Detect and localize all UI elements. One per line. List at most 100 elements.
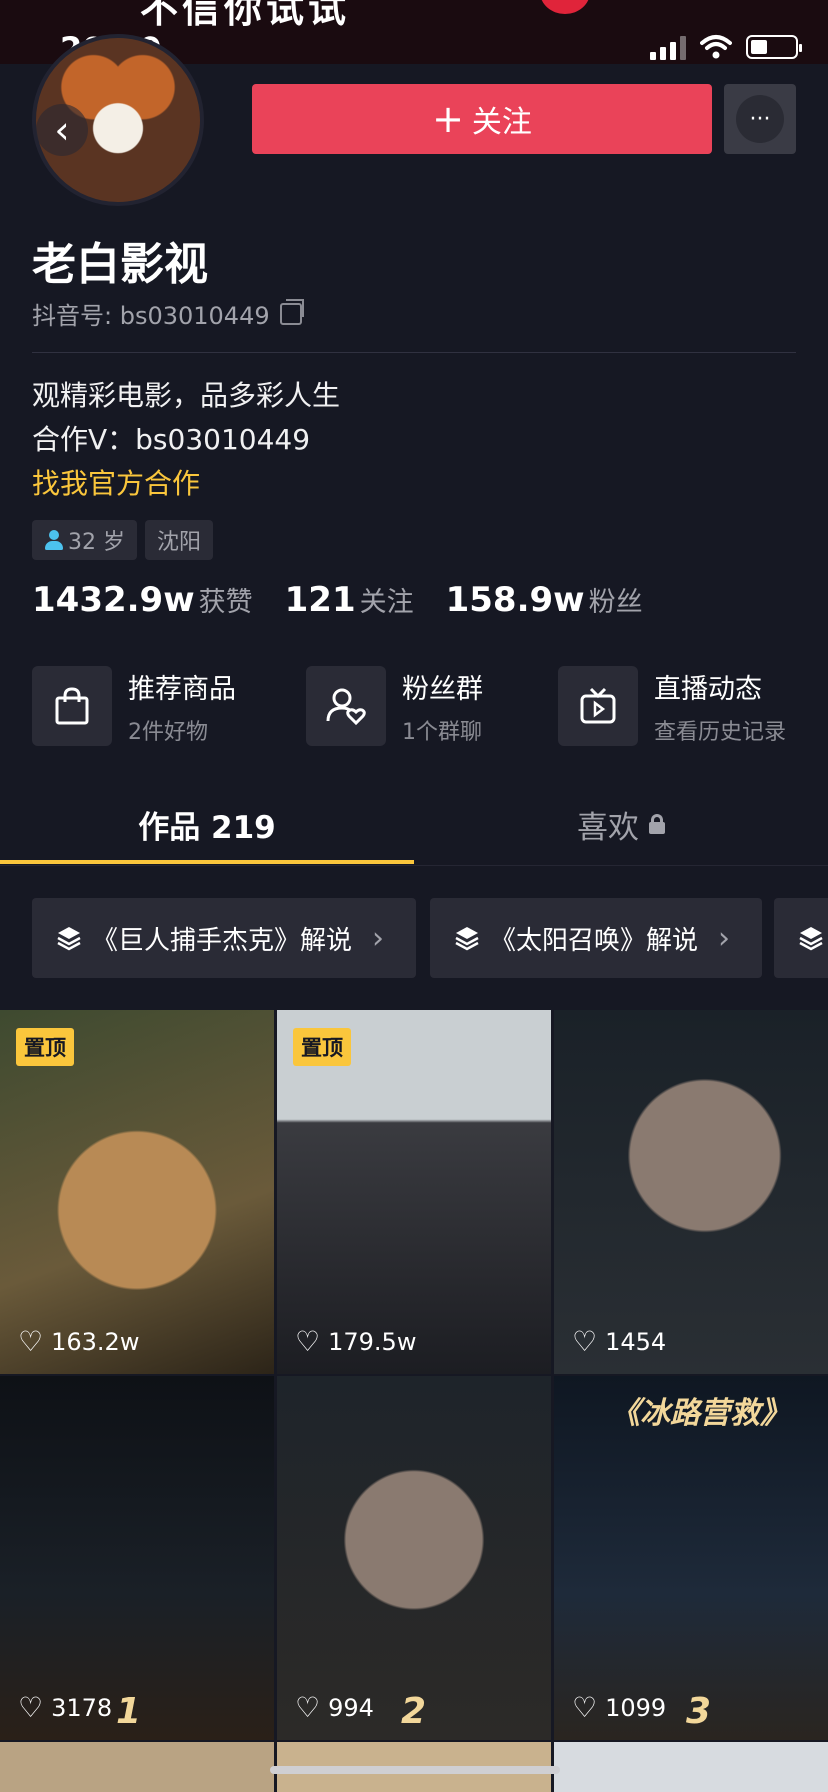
fan-group-icon <box>306 666 386 746</box>
services-row: 推荐商品 2件好物 粉丝群 1个群聊 直播动态 查看历史记录 <box>32 666 796 746</box>
video-likes: ♡ 1454 <box>572 1325 666 1358</box>
layers-icon <box>57 927 81 951</box>
layers-icon <box>455 927 479 951</box>
chevron-right-icon: › <box>718 920 731 956</box>
home-indicator[interactable] <box>270 1766 560 1774</box>
battery-icon <box>746 35 802 59</box>
chevron-left-icon: ‹ <box>54 108 70 152</box>
signal-icon <box>650 34 686 60</box>
content-tabs: 作品 219 喜欢 <box>0 782 828 866</box>
profile-tags: 32 岁 沈阳 <box>32 520 214 560</box>
collection-title: 《太阳召唤》解说 <box>490 925 699 956</box>
back-button[interactable]: ‹ <box>36 104 88 156</box>
shopping-bag-icon <box>32 666 112 746</box>
stat-number: 121 <box>284 580 356 620</box>
video-like-count: 163.2w <box>51 1327 140 1356</box>
video-thumbnail[interactable]: 置顶 ♡ 179.5w <box>277 1010 551 1374</box>
heart-icon: ♡ <box>295 1325 321 1358</box>
tab-likes[interactable]: 喜欢 <box>414 782 828 866</box>
location-tag: 沈阳 <box>145 520 214 560</box>
tab-likes-label: 喜欢 <box>577 809 639 846</box>
chevron-right-icon: › <box>372 920 385 956</box>
wifi-icon <box>700 35 732 59</box>
heart-icon: ♡ <box>295 1691 321 1724</box>
service-title: 直播动态 <box>654 673 762 705</box>
video-like-count: 179.5w <box>328 1327 417 1356</box>
collections-row: 《巨人捕手杰克》解说 › 《太阳召唤》解说 › <box>32 898 828 978</box>
pinned-badge: 置顶 <box>16 1028 74 1066</box>
stat-followers[interactable]: 158.9w 粉丝 <box>446 580 643 620</box>
video-thumbnail[interactable]: 《冰路营救》 3 ♡ 1099 <box>554 1376 828 1740</box>
collection-chip[interactable]: 《太阳召唤》解说 › <box>430 898 762 978</box>
stat-following[interactable]: 121 关注 <box>285 580 414 620</box>
stat-number: 1432.9w <box>32 580 195 620</box>
bio: 观精彩电影，品多彩人生 合作V：bs03010449 找我官方合作 <box>32 374 340 506</box>
heart-icon: ♡ <box>18 1325 44 1358</box>
plus-icon: + <box>432 97 464 141</box>
douyin-id-text: 抖音号: bs03010449 <box>32 302 270 330</box>
video-thumbnail[interactable]: 1 ♡ 3178 <box>0 1376 274 1740</box>
tab-works[interactable]: 作品 219 <box>0 782 414 866</box>
stats-row: 1432.9w 获赞 121 关注 158.9w 粉丝 <box>32 580 643 620</box>
banner-text: 不信你试试 <box>140 0 351 31</box>
copy-icon[interactable] <box>279 298 304 325</box>
stat-label: 粉丝 <box>588 587 643 618</box>
follow-label: 关注 <box>471 105 532 140</box>
service-live[interactable]: 直播动态 查看历史记录 <box>558 666 786 746</box>
heart-icon: ♡ <box>18 1691 44 1724</box>
service-subtitle: 1个群聊 <box>402 719 482 745</box>
location-tag-text: 沈阳 <box>157 530 202 555</box>
collection-title: 《巨人捕手杰克》解说 <box>92 925 353 956</box>
banner-decoration <box>540 0 590 14</box>
collection-chip[interactable] <box>774 898 828 978</box>
age-tag-text: 32 岁 <box>68 530 125 555</box>
service-title: 粉丝群 <box>402 673 483 705</box>
stat-label: 获赞 <box>198 587 253 618</box>
video-thumbnail[interactable] <box>0 1742 274 1792</box>
heart-icon: ♡ <box>572 1325 598 1358</box>
pinned-badge: 置顶 <box>293 1028 351 1066</box>
video-like-count: 1454 <box>605 1327 667 1356</box>
more-button[interactable]: ··· <box>724 84 796 154</box>
layers-icon <box>799 927 823 951</box>
person-icon <box>44 530 64 550</box>
stat-likes[interactable]: 1432.9w 获赞 <box>32 580 253 620</box>
stat-number: 158.9w <box>445 580 585 620</box>
official-cooperation-link[interactable]: 找我官方合作 <box>32 462 340 506</box>
video-title-overlay: 《冰路营救》 <box>610 1396 790 1431</box>
video-likes: ♡ 994 <box>295 1691 374 1724</box>
video-thumbnail[interactable]: 置顶 ♡ 163.2w <box>0 1010 274 1374</box>
service-title: 推荐商品 <box>128 673 236 705</box>
bio-line: 合作V：bs03010449 <box>32 423 311 456</box>
service-fan-group[interactable]: 粉丝群 1个群聊 <box>306 666 483 746</box>
video-likes: ♡ 163.2w <box>18 1325 139 1358</box>
episode-number: 2 <box>401 1691 427 1732</box>
lock-icon <box>649 814 665 834</box>
video-like-count: 994 <box>328 1693 374 1722</box>
video-likes: ♡ 1099 <box>572 1691 666 1724</box>
video-like-count: 3178 <box>51 1693 113 1722</box>
service-subtitle: 2件好物 <box>128 719 208 745</box>
service-products[interactable]: 推荐商品 2件好物 <box>32 666 236 746</box>
video-likes: ♡ 179.5w <box>295 1325 416 1358</box>
video-like-count: 1099 <box>605 1693 667 1722</box>
douyin-id: 抖音号: bs03010449 <box>32 296 304 331</box>
service-subtitle: 查看历史记录 <box>654 719 787 745</box>
follow-button[interactable]: + 关注 <box>252 84 712 154</box>
stat-label: 关注 <box>359 587 414 618</box>
bio-line: 观精彩电影，品多彩人生 <box>32 379 341 412</box>
age-tag: 32 岁 <box>32 520 137 560</box>
collection-chip[interactable]: 《巨人捕手杰克》解说 › <box>32 898 416 978</box>
tab-active-indicator <box>0 860 414 864</box>
video-thumbnail[interactable]: 2 ♡ 994 <box>277 1376 551 1740</box>
video-thumbnail[interactable] <box>554 1742 828 1792</box>
heart-icon: ♡ <box>572 1691 598 1724</box>
episode-number: 1 <box>116 1691 142 1732</box>
episode-number: 3 <box>686 1691 712 1732</box>
profile-name: 老白影视 <box>32 239 208 290</box>
status-icons <box>650 34 802 60</box>
video-likes: ♡ 3178 <box>18 1691 112 1724</box>
divider <box>32 352 796 353</box>
video-thumbnail[interactable]: ♡ 1454 <box>554 1010 828 1374</box>
live-tv-icon <box>558 666 638 746</box>
